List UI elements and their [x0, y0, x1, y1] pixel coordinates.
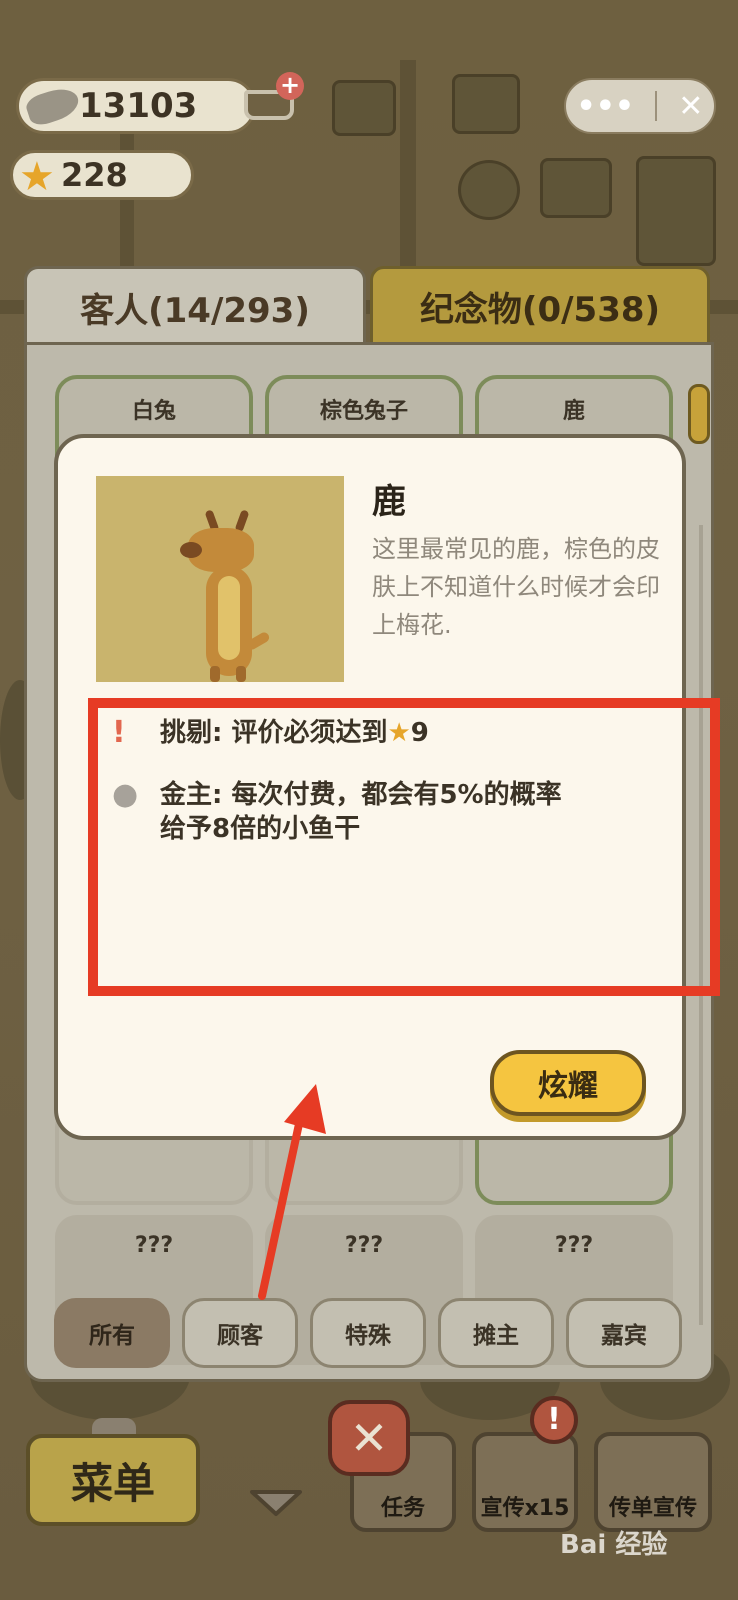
close-panel-button[interactable]: ✕	[328, 1400, 410, 1476]
guestbook-icon[interactable]	[452, 74, 520, 134]
mini-program-capsule: ••• ✕	[564, 78, 716, 134]
flyer-label: 传单宣传	[608, 1496, 697, 1521]
shop-cart-button[interactable]: +	[238, 72, 308, 136]
flyer-button[interactable]: 传单宣传	[594, 1432, 712, 1532]
tab-guests[interactable]: 客人(14/293)	[24, 266, 366, 346]
deer-leg	[236, 666, 246, 682]
capsule-divider	[655, 91, 658, 121]
star-icon: ★	[19, 154, 55, 200]
deer-portrait	[96, 476, 344, 682]
filter-customer[interactable]: 顾客	[182, 1298, 298, 1368]
locked-guest-name: ???	[134, 1233, 174, 1258]
tasks-label: 任务	[380, 1496, 425, 1521]
guest-detail-description: 这里最常见的鹿，棕色的皮肤上不知道什么时候才会印上梅花.	[372, 535, 660, 639]
filter-vendor[interactable]: 摊主	[438, 1298, 554, 1368]
menu-button[interactable]: 菜单	[26, 1434, 200, 1526]
gear-icon[interactable]	[458, 160, 520, 220]
filter-guest-star[interactable]: 嘉宾	[566, 1298, 682, 1368]
tab-souvenirs[interactable]: 纪念物(0/538)	[370, 266, 710, 346]
guest-name: 鹿	[562, 399, 585, 424]
locked-guest-name: ???	[554, 1233, 594, 1258]
more-icon[interactable]: •••	[577, 89, 635, 124]
ranking-icon[interactable]	[636, 156, 716, 266]
star-count: 228	[61, 156, 128, 194]
guest-detail-name: 鹿	[372, 482, 406, 522]
fish-icon	[23, 83, 83, 129]
watermark-logo: Bai 经验	[560, 1530, 668, 1560]
filter-special[interactable]: 特殊	[310, 1298, 426, 1368]
map-icon[interactable]	[540, 158, 612, 218]
alert-badge-icon: !	[530, 1396, 578, 1444]
filter-all[interactable]: 所有	[54, 1298, 170, 1368]
close-icon: ✕	[349, 1411, 389, 1465]
plus-icon: +	[276, 72, 304, 100]
fish-currency: 13103	[16, 78, 256, 134]
deer-snout	[180, 542, 202, 558]
scrollbar-thumb[interactable]	[688, 384, 710, 444]
guest-name: 白兔	[131, 399, 176, 424]
highlight-rectangle	[88, 698, 720, 996]
newspaper-icon[interactable]	[332, 80, 396, 136]
fish-count: 13103	[79, 86, 198, 126]
locked-guest-name: ???	[344, 1233, 384, 1258]
close-icon[interactable]: ✕	[678, 89, 703, 124]
promo-button[interactable]: 宣传x15	[472, 1432, 578, 1532]
chevron-down-icon[interactable]	[248, 1486, 304, 1520]
guest-name: 棕色兔子	[319, 399, 408, 424]
deer-leg	[210, 666, 220, 682]
deer-belly	[218, 576, 240, 660]
star-rating: ★ 228	[10, 150, 194, 200]
promo-label: 宣传x15	[480, 1496, 570, 1521]
show-off-button[interactable]: 炫耀	[490, 1050, 646, 1116]
